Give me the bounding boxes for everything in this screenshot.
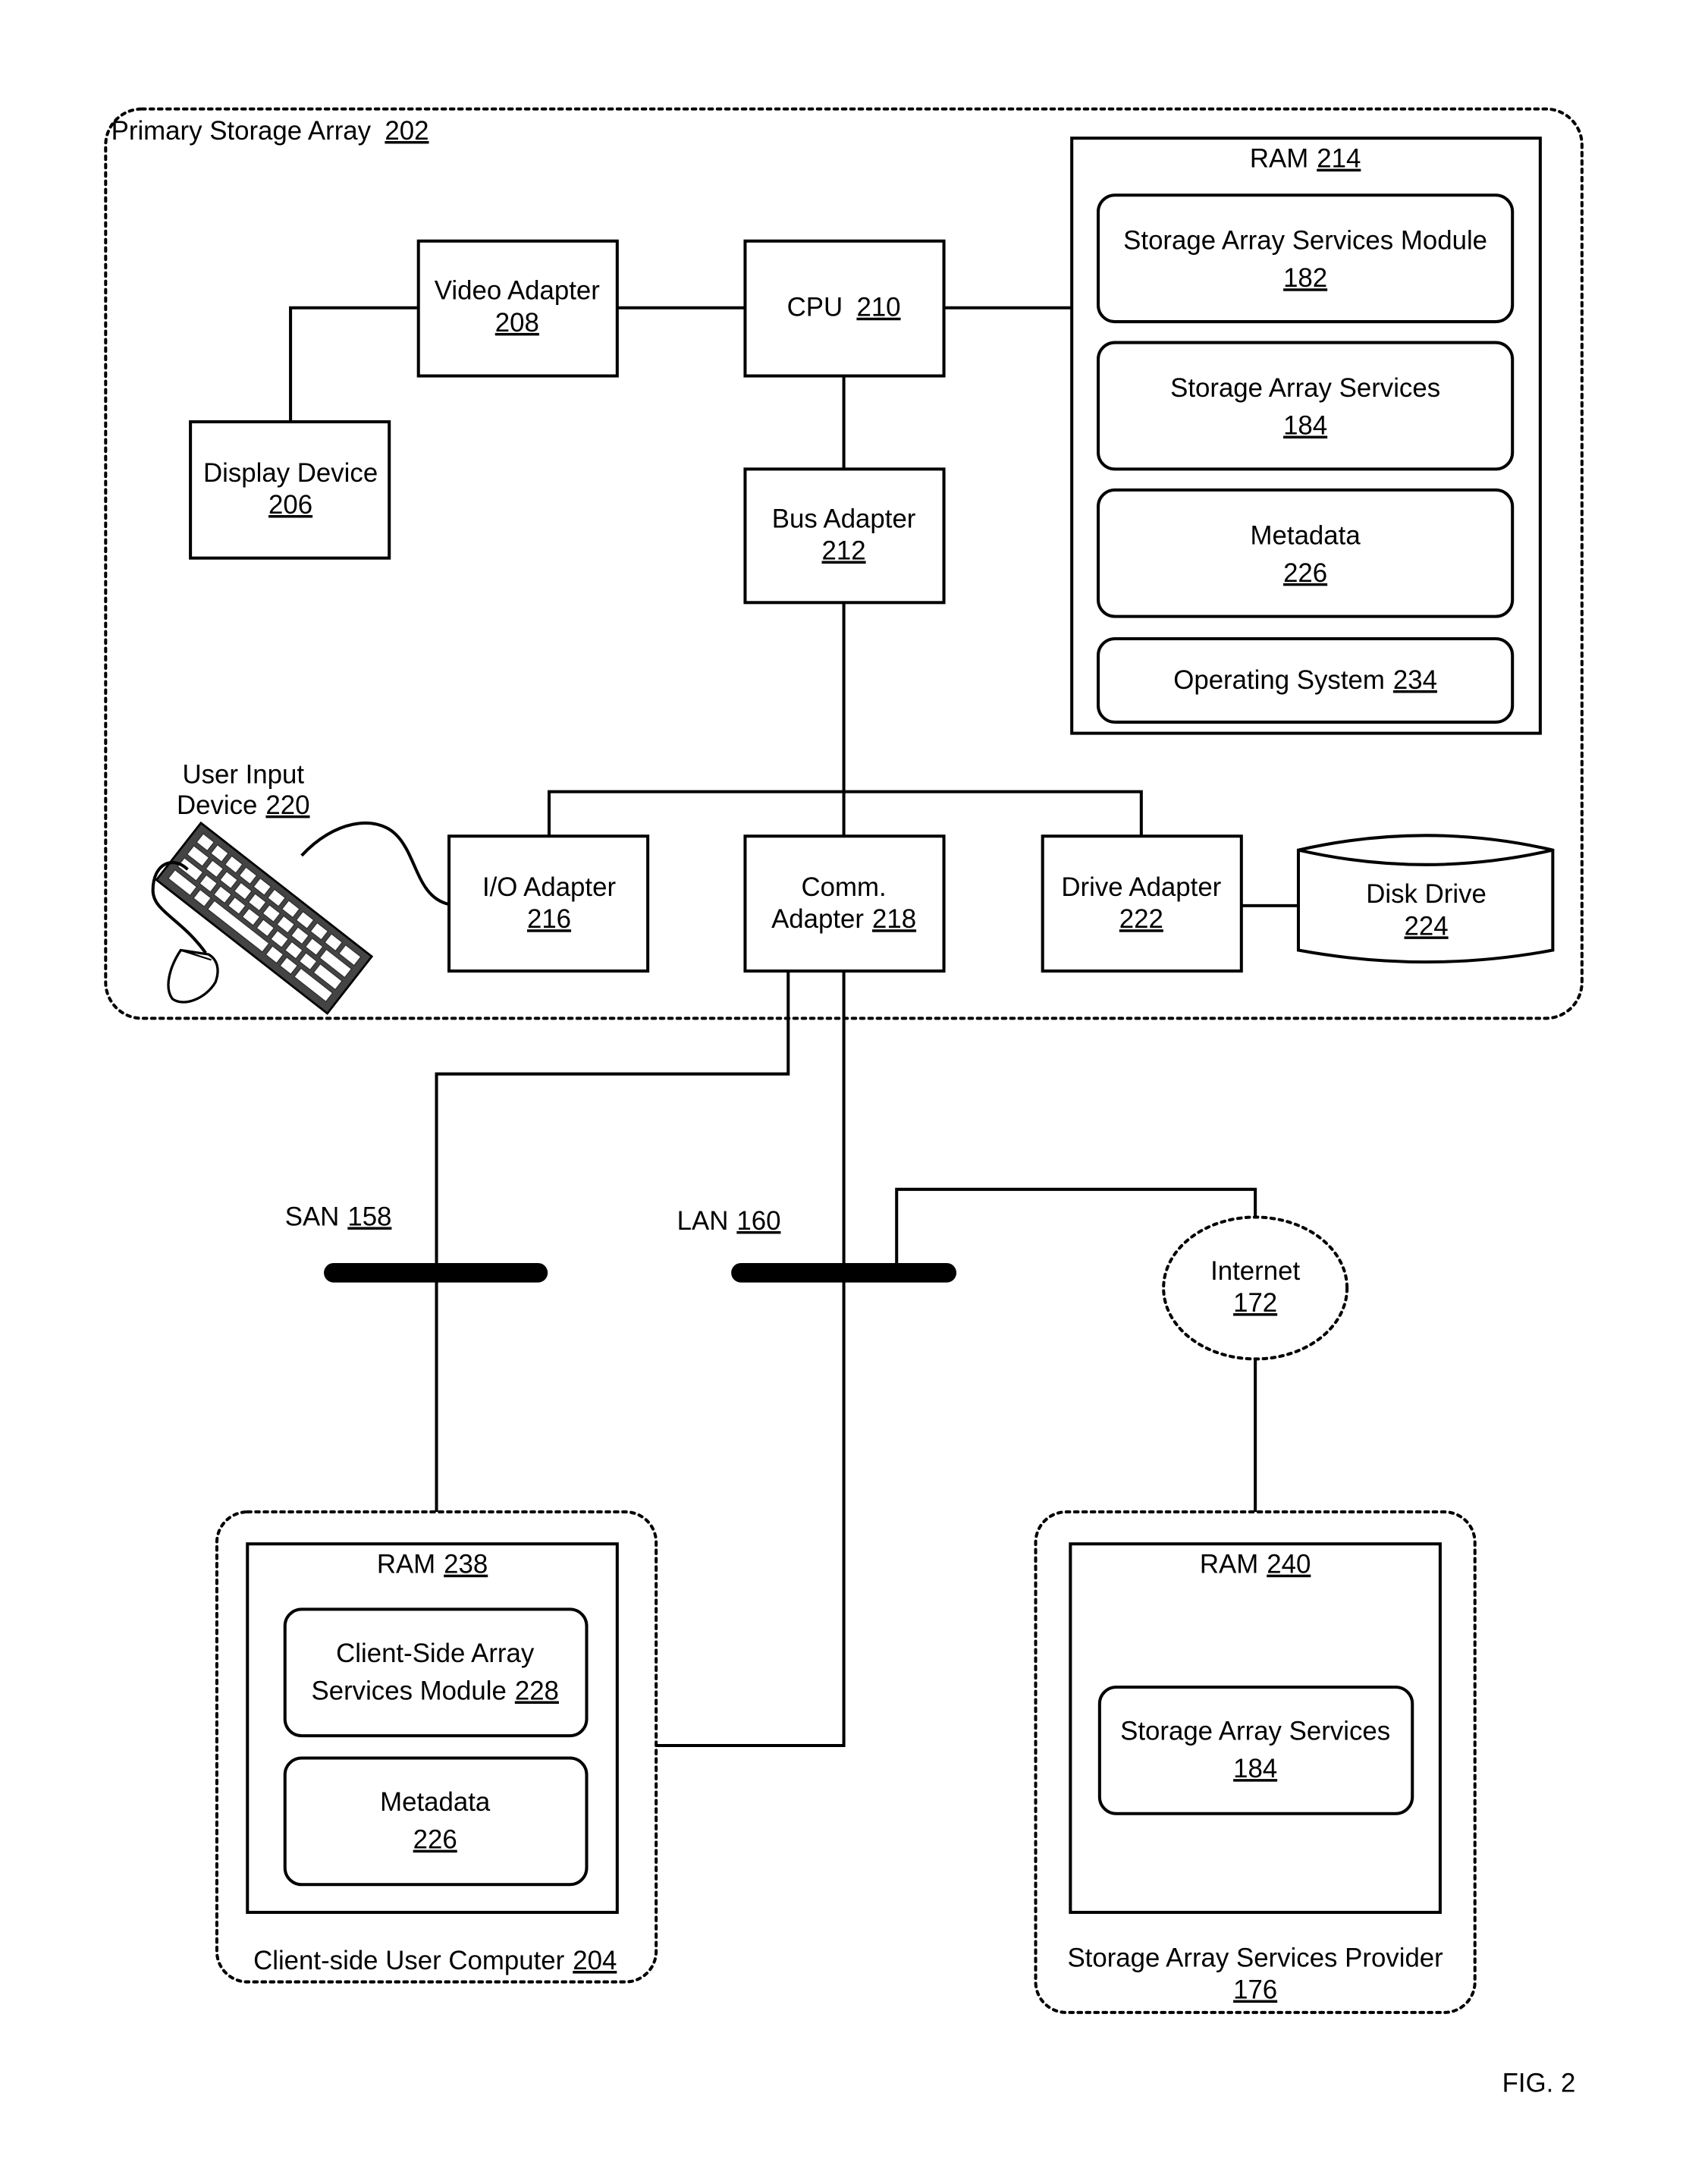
- client-side-array-services-module-box: Client-Side Array Services Module 228: [283, 1607, 589, 1738]
- ram-240-label: RAM 240: [1200, 1550, 1311, 1579]
- internet-label: Internet: [1210, 1256, 1300, 1286]
- ram-item-label: Storage Array Services: [1170, 373, 1440, 403]
- video-adapter-ref: 208: [495, 308, 539, 338]
- video-adapter-label: Video Adapter: [435, 276, 600, 306]
- client-module-label: Client-Side Array: [336, 1639, 535, 1668]
- client-user-computer-label: Client-side User Computer 204: [253, 1946, 617, 1975]
- ram-214-label: RAM 214: [1250, 144, 1361, 174]
- display-device-ref: 206: [268, 490, 312, 520]
- primary-storage-array-label: Primary Storage Array 202: [111, 116, 429, 146]
- ram-238-label: RAM 238: [377, 1550, 488, 1579]
- io-adapter-box: I/O Adapter 216: [447, 834, 650, 973]
- internet-ref: 172: [1233, 1288, 1277, 1318]
- services-provider-container: RAM 240 Storage Array Services 184 Storag…: [1034, 1510, 1477, 2014]
- io-adapter-label: I/O Adapter: [482, 872, 617, 902]
- io-adapter-ref: 216: [527, 904, 571, 934]
- ram-item-storage-array-services-module: Storage Array Services Module 182: [1096, 193, 1515, 324]
- lan-connector: [656, 971, 846, 1747]
- drive-adapter-label: Drive Adapter: [1061, 872, 1221, 902]
- ram-item-ref: 184: [1283, 411, 1327, 441]
- san-label: SAN 158: [285, 1202, 392, 1231]
- video-adapter-box: Video Adapter 208: [416, 239, 619, 378]
- ram-item-label: Operating System 234: [1173, 665, 1437, 695]
- services-provider-label: Storage Array Services Provider: [1067, 1943, 1443, 1972]
- keyboard-cable: [300, 821, 450, 907]
- lan-label: LAN 160: [677, 1206, 781, 1236]
- services-provider-ref: 176: [1233, 1975, 1277, 2005]
- ram-item-metadata: Metadata 226: [1096, 488, 1515, 618]
- client-module-label-2: Services Module 228: [311, 1676, 558, 1705]
- client-metadata-label: Metadata: [380, 1787, 491, 1817]
- ram-item-operating-system: Operating System 234: [1096, 636, 1515, 724]
- client-metadata-ref: 226: [413, 1825, 457, 1855]
- figure-label: FIG. 2: [1502, 2068, 1576, 2098]
- comm-adapter-box: Comm. Adapter 218: [743, 834, 946, 973]
- display-device-label: Display Device: [203, 458, 378, 488]
- cpu-box: CPU 210: [743, 239, 946, 378]
- ram-item-storage-array-services: Storage Array Services 184: [1096, 341, 1515, 471]
- bus-adapter-label: Bus Adapter: [772, 504, 916, 533]
- client-metadata-box: Metadata 226: [283, 1756, 589, 1887]
- ram-item-label: Metadata: [1251, 520, 1361, 550]
- drive-adapter-box: Drive Adapter 222: [1041, 834, 1243, 973]
- disk-drive-label: Disk Drive: [1366, 879, 1487, 909]
- internet-cloud: Internet 172: [1162, 1215, 1349, 1361]
- ram-item-ref: 182: [1283, 263, 1327, 293]
- san-connector: [435, 971, 790, 1513]
- ram-item-ref: 226: [1283, 558, 1327, 588]
- ram-214-box: RAM 214 Storage Array Services Module 182…: [1070, 137, 1542, 735]
- display-device-box: Display Device 206: [189, 420, 391, 560]
- comm-adapter-label-2: Adapter 218: [771, 904, 916, 934]
- user-input-device-label: User Input: [182, 760, 304, 790]
- bus-adapter-box: Bus Adapter 212: [743, 467, 946, 605]
- user-input-device-label-2: Device 220: [177, 790, 310, 820]
- provider-storage-array-services-box: Storage Array Services 184: [1097, 1685, 1414, 1815]
- provider-services-label: Storage Array Services: [1120, 1717, 1390, 1746]
- disk-drive-ref: 224: [1405, 911, 1449, 941]
- provider-services-ref: 184: [1233, 1754, 1277, 1783]
- disk-drive-cylinder: Disk Drive 224: [1296, 834, 1555, 964]
- fig2-diagram: Primary Storage Array 202 Video Adapter 2…: [104, 107, 1584, 2098]
- bus-adapter-ref: 212: [822, 536, 866, 565]
- client-user-computer-container: RAM 238 Client-Side Array Services Module…: [215, 1510, 658, 1984]
- ram-item-label: Storage Array Services Module: [1123, 226, 1487, 256]
- video-to-display-connector: [289, 306, 417, 423]
- comm-adapter-label: Comm.: [801, 872, 886, 902]
- mouse-icon: [167, 948, 219, 1004]
- drive-adapter-ref: 222: [1119, 904, 1163, 934]
